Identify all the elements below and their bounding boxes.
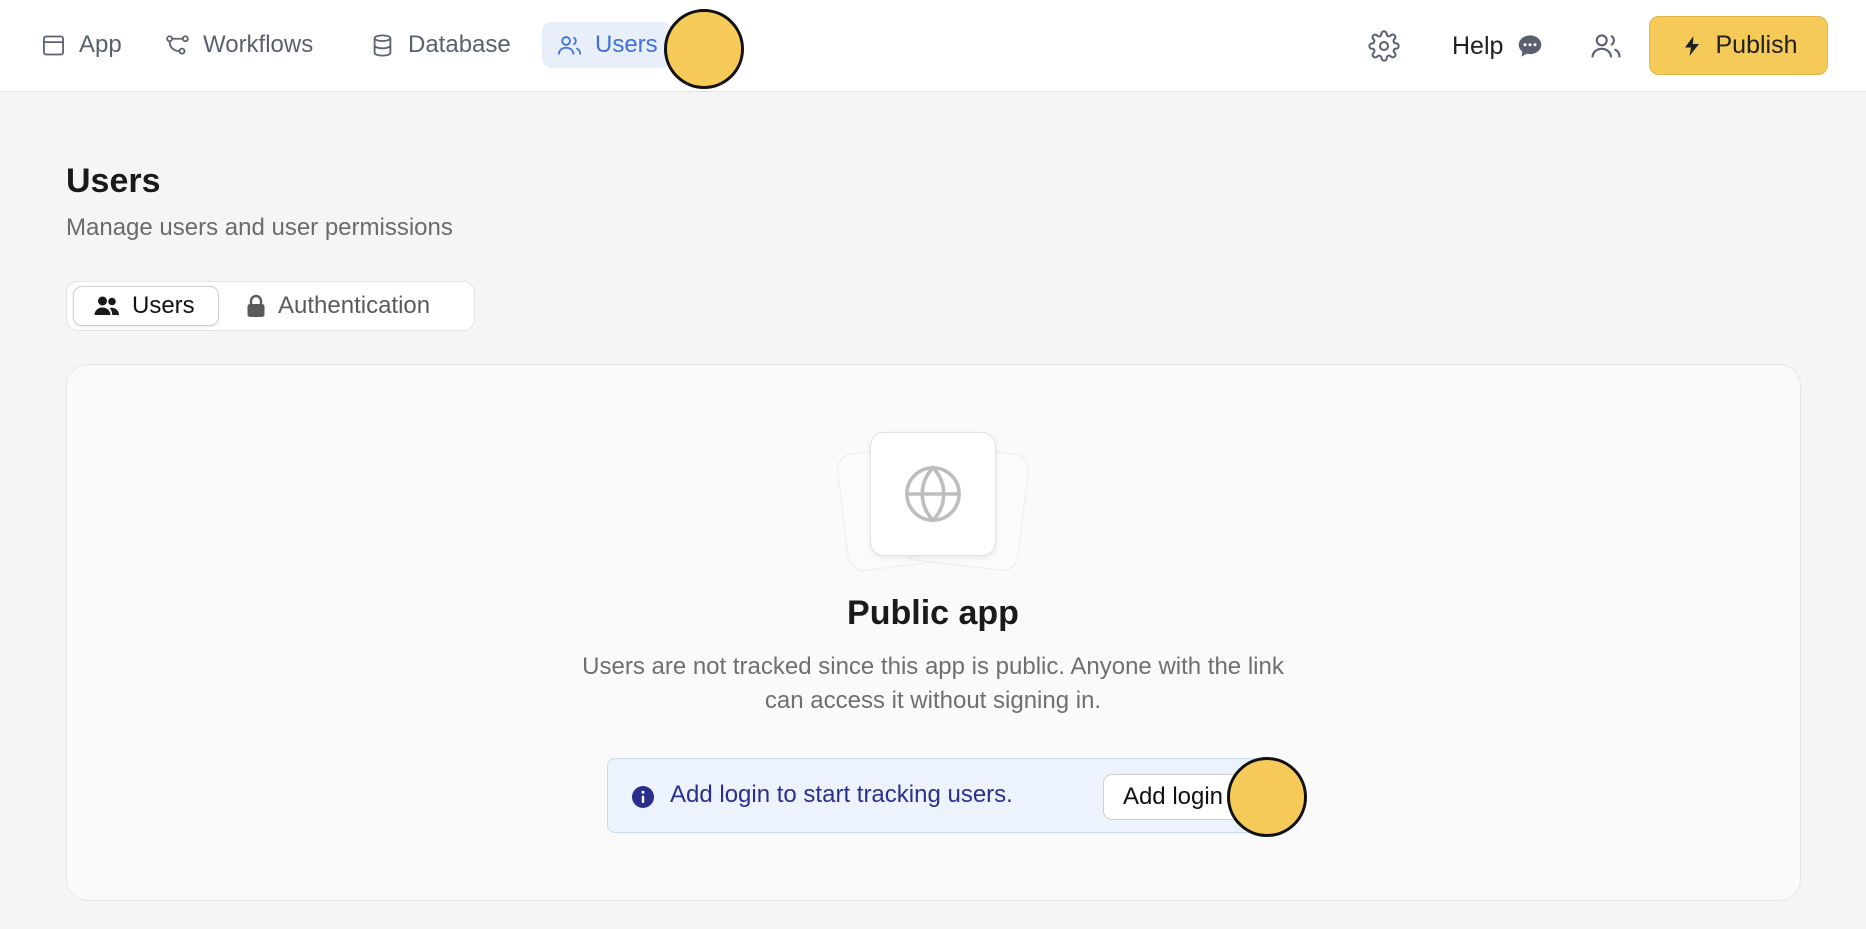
empty-state-description: Users are not tracked since this app is … [582,653,1284,714]
tab-authentication[interactable]: Authentication [226,286,450,326]
nav-database[interactable]: Database [355,22,525,68]
settings-button[interactable] [1366,28,1402,64]
people-icon [1591,34,1621,58]
users-icon [94,296,119,315]
empty-state-title: Public app [847,594,1019,632]
collaborators-button[interactable] [1588,28,1624,64]
nav-workflows-label: Workflows [203,31,314,58]
database-icon [373,33,392,57]
nav-workflows[interactable]: Workflows [150,22,327,68]
help-button[interactable]: Help [1452,26,1545,66]
help-label: Help [1452,31,1504,60]
gear-icon [1368,30,1400,62]
login-notice: Add login to start tracking users. Add l… [607,758,1261,833]
workflow-icon [166,34,189,55]
top-bar: App Workflows Database Users Help Publis… [0,0,1866,92]
notice-text: Add login to start tracking users. [670,781,1013,808]
publish-label: Publish [1715,31,1798,59]
lightning-icon [1684,35,1699,56]
app-window-icon [43,35,64,55]
add-login-button[interactable]: Add login [1103,774,1243,820]
nav-app-label: App [79,31,122,58]
nav-database-label: Database [408,31,511,58]
tab-bar: Users Authentication [66,281,475,331]
users-icon [557,35,582,55]
publish-button[interactable]: Publish [1649,16,1828,75]
nav-users[interactable]: Users [542,22,672,68]
tab-users[interactable]: Users [73,286,219,326]
page-title: Users [66,162,161,200]
info-icon [632,786,654,808]
nav-app[interactable]: App [26,22,136,68]
click-marker [1227,757,1307,837]
tab-users-label: Users [132,292,195,319]
chat-bubble-icon [1519,35,1542,57]
tab-authentication-label: Authentication [278,292,431,319]
lock-icon [247,294,265,317]
nav-users-label: Users [595,31,658,58]
globe-icon [905,465,961,523]
click-marker [664,9,744,89]
page-subtitle: Manage users and user permissions [66,214,453,241]
globe-icon-tile [870,432,996,556]
